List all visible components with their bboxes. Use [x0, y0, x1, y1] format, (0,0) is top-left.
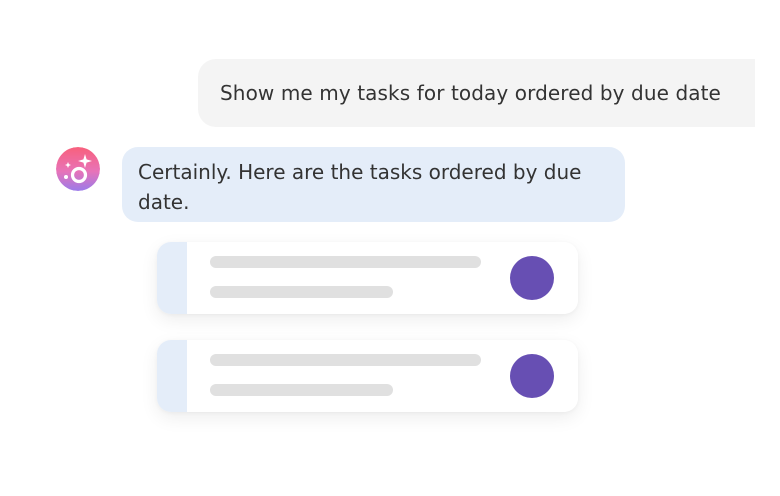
task-subtitle-placeholder: [210, 384, 393, 396]
task-card[interactable]: [157, 242, 578, 314]
task-card-accent: [157, 242, 187, 314]
user-message-text: Show me my tasks for today ordered by du…: [220, 81, 721, 105]
user-message-bubble: Show me my tasks for today ordered by du…: [198, 59, 755, 127]
task-card[interactable]: [157, 340, 578, 412]
chat-stage: Show me my tasks for today ordered by du…: [0, 0, 780, 496]
task-status-dot: [510, 256, 554, 300]
assistant-message-text: Certainly. Here are the tasks ordered by…: [138, 160, 582, 214]
task-status-dot: [510, 354, 554, 398]
task-title-placeholder: [210, 354, 481, 366]
assistant-avatar: [56, 147, 100, 191]
task-title-placeholder: [210, 256, 481, 268]
task-subtitle-placeholder: [210, 286, 393, 298]
sparkle-ring-icon: [56, 147, 100, 191]
task-card-accent: [157, 340, 187, 412]
assistant-message-bubble: Certainly. Here are the tasks ordered by…: [122, 147, 625, 222]
